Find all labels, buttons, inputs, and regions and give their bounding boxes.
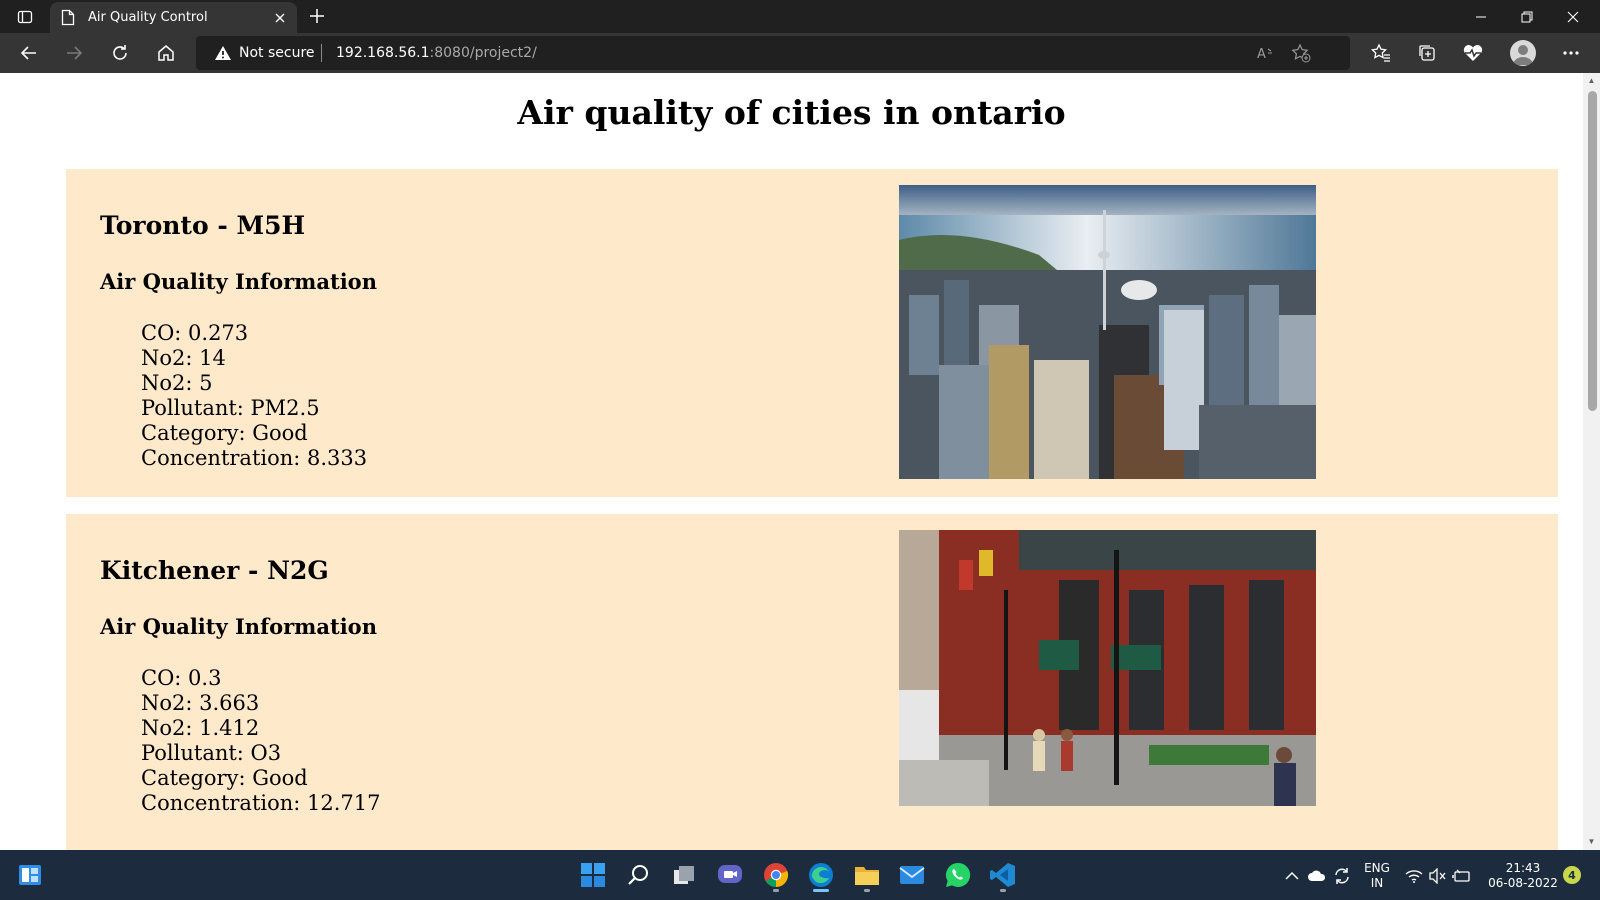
city-card-kitchener: Kitchener - N2G Air Quality Information …: [66, 514, 1558, 850]
restore-icon[interactable]: [1504, 0, 1550, 33]
search-icon[interactable]: [621, 857, 657, 893]
page-icon: [61, 9, 77, 27]
reading-no2-secondary: No2: 1.412: [141, 716, 260, 740]
task-view-icon[interactable]: [666, 857, 702, 893]
scroll-down-arrow-icon[interactable]: ▼: [1586, 837, 1597, 847]
browser-tab-active[interactable]: Air Quality Control: [50, 2, 297, 33]
region-code: IN: [1370, 876, 1384, 890]
close-tab-icon[interactable]: [271, 9, 289, 27]
toronto-skyline-photo: [899, 185, 1316, 479]
file-explorer-icon[interactable]: [849, 857, 885, 893]
volume-muted-icon[interactable]: [1428, 866, 1448, 886]
tab-title: Air Quality Control: [88, 10, 208, 25]
clock[interactable]: 21:43 06-08-2022: [1488, 861, 1558, 891]
windows-taskbar: ENG IN 21:43 06-08-2022: [0, 850, 1600, 900]
home-icon[interactable]: [152, 39, 180, 67]
profile-avatar[interactable]: [1510, 40, 1536, 66]
warning-icon[interactable]: [214, 45, 232, 61]
browser-title-bar: Air Quality Control: [0, 0, 1600, 33]
running-indicator: [864, 889, 870, 892]
city-name: Kitchener - N2G: [100, 556, 329, 585]
widgets-icon[interactable]: [12, 857, 48, 893]
browser-toolbar: Not secure 192.168.56.1:8080/project2/ A: [0, 33, 1600, 73]
reading-pollutant: Pollutant: PM2.5: [141, 396, 320, 420]
refresh-icon[interactable]: [106, 39, 134, 67]
city-card-toronto: Toronto - M5H Air Quality Information CO…: [66, 169, 1558, 497]
notification-badge[interactable]: 4: [1563, 866, 1581, 884]
wifi-icon[interactable]: [1404, 866, 1424, 886]
tab-actions-icon[interactable]: [14, 6, 36, 28]
show-hidden-icons-chevron-up-icon[interactable]: [1282, 866, 1302, 886]
scroll-up-arrow-icon[interactable]: ▲: [1586, 76, 1597, 86]
page-viewport: Air quality of cities in ontario Toronto…: [0, 73, 1583, 850]
reading-no2: No2: 3.663: [141, 691, 260, 715]
close-window-icon[interactable]: [1550, 0, 1596, 33]
chrome-icon[interactable]: [758, 857, 794, 893]
reading-pollutant: Pollutant: O3: [141, 741, 282, 765]
page-title: Air quality of cities in ontario: [517, 93, 1066, 132]
new-tab-icon[interactable]: [306, 5, 328, 27]
url-path: :8080/project2/: [429, 45, 537, 61]
active-indicator: [813, 889, 829, 892]
city-name: Toronto - M5H: [100, 211, 306, 240]
running-indicator: [773, 889, 779, 892]
reading-co: CO: 0.3: [141, 666, 222, 690]
reading-category: Category: Good: [141, 766, 308, 790]
onedrive-cloud-icon[interactable]: [1307, 866, 1327, 886]
address-bar[interactable]: Not secure 192.168.56.1:8080/project2/ A: [196, 36, 1350, 70]
start-icon[interactable]: [575, 857, 611, 893]
browser-essentials-icon[interactable]: [1460, 40, 1486, 66]
running-indicator: [1000, 889, 1006, 892]
read-aloud-icon[interactable]: A: [1254, 42, 1276, 64]
url-text[interactable]: 192.168.56.1:8080/project2/: [336, 45, 537, 61]
reading-concentration: Concentration: 12.717: [141, 791, 381, 815]
scrollbar-thumb[interactable]: [1588, 91, 1597, 411]
back-arrow-icon[interactable]: [15, 39, 43, 67]
security-status-label[interactable]: Not secure: [239, 45, 315, 61]
teams-chat-icon[interactable]: [712, 857, 748, 893]
reading-co: CO: 0.273: [141, 321, 249, 345]
clock-date: 06-08-2022: [1488, 876, 1558, 890]
mail-icon[interactable]: [894, 857, 930, 893]
minimize-icon[interactable]: [1458, 0, 1504, 33]
air-quality-heading: Air Quality Information: [100, 614, 377, 639]
air-quality-readings: CO: 0.3 No2: 3.663 No2: 1.412 Pollutant:…: [141, 666, 381, 816]
page-scrollbar[interactable]: ▲ ▼: [1583, 73, 1600, 850]
air-quality-readings: CO: 0.273 No2: 14 No2: 5 Pollutant: PM2.…: [141, 321, 367, 471]
edge-icon[interactable]: [803, 857, 839, 893]
url-host: 192.168.56.1: [336, 45, 430, 61]
favorites-icon[interactable]: [1368, 40, 1394, 66]
reading-no2: No2: 14: [141, 346, 226, 370]
vscode-icon[interactable]: [985, 857, 1021, 893]
kitchener-street-photo: [899, 530, 1316, 806]
air-quality-heading: Air Quality Information: [100, 269, 377, 294]
language-code: ENG: [1364, 861, 1390, 875]
more-options-icon[interactable]: [1558, 40, 1584, 66]
clock-time: 21:43: [1505, 861, 1541, 875]
add-favorite-icon[interactable]: [1290, 42, 1312, 64]
whatsapp-icon[interactable]: [940, 857, 976, 893]
forward-arrow-icon[interactable]: [60, 39, 88, 67]
address-separator: [321, 44, 322, 62]
collections-icon[interactable]: [1414, 40, 1440, 66]
svg-text:A: A: [1257, 47, 1266, 61]
input-language[interactable]: ENG IN: [1360, 861, 1394, 891]
reading-category: Category: Good: [141, 421, 308, 445]
reading-no2-secondary: No2: 5: [141, 371, 213, 395]
reading-concentration: Concentration: 8.333: [141, 446, 368, 470]
sync-icon[interactable]: [1332, 866, 1352, 886]
battery-charging-icon[interactable]: [1452, 866, 1472, 886]
